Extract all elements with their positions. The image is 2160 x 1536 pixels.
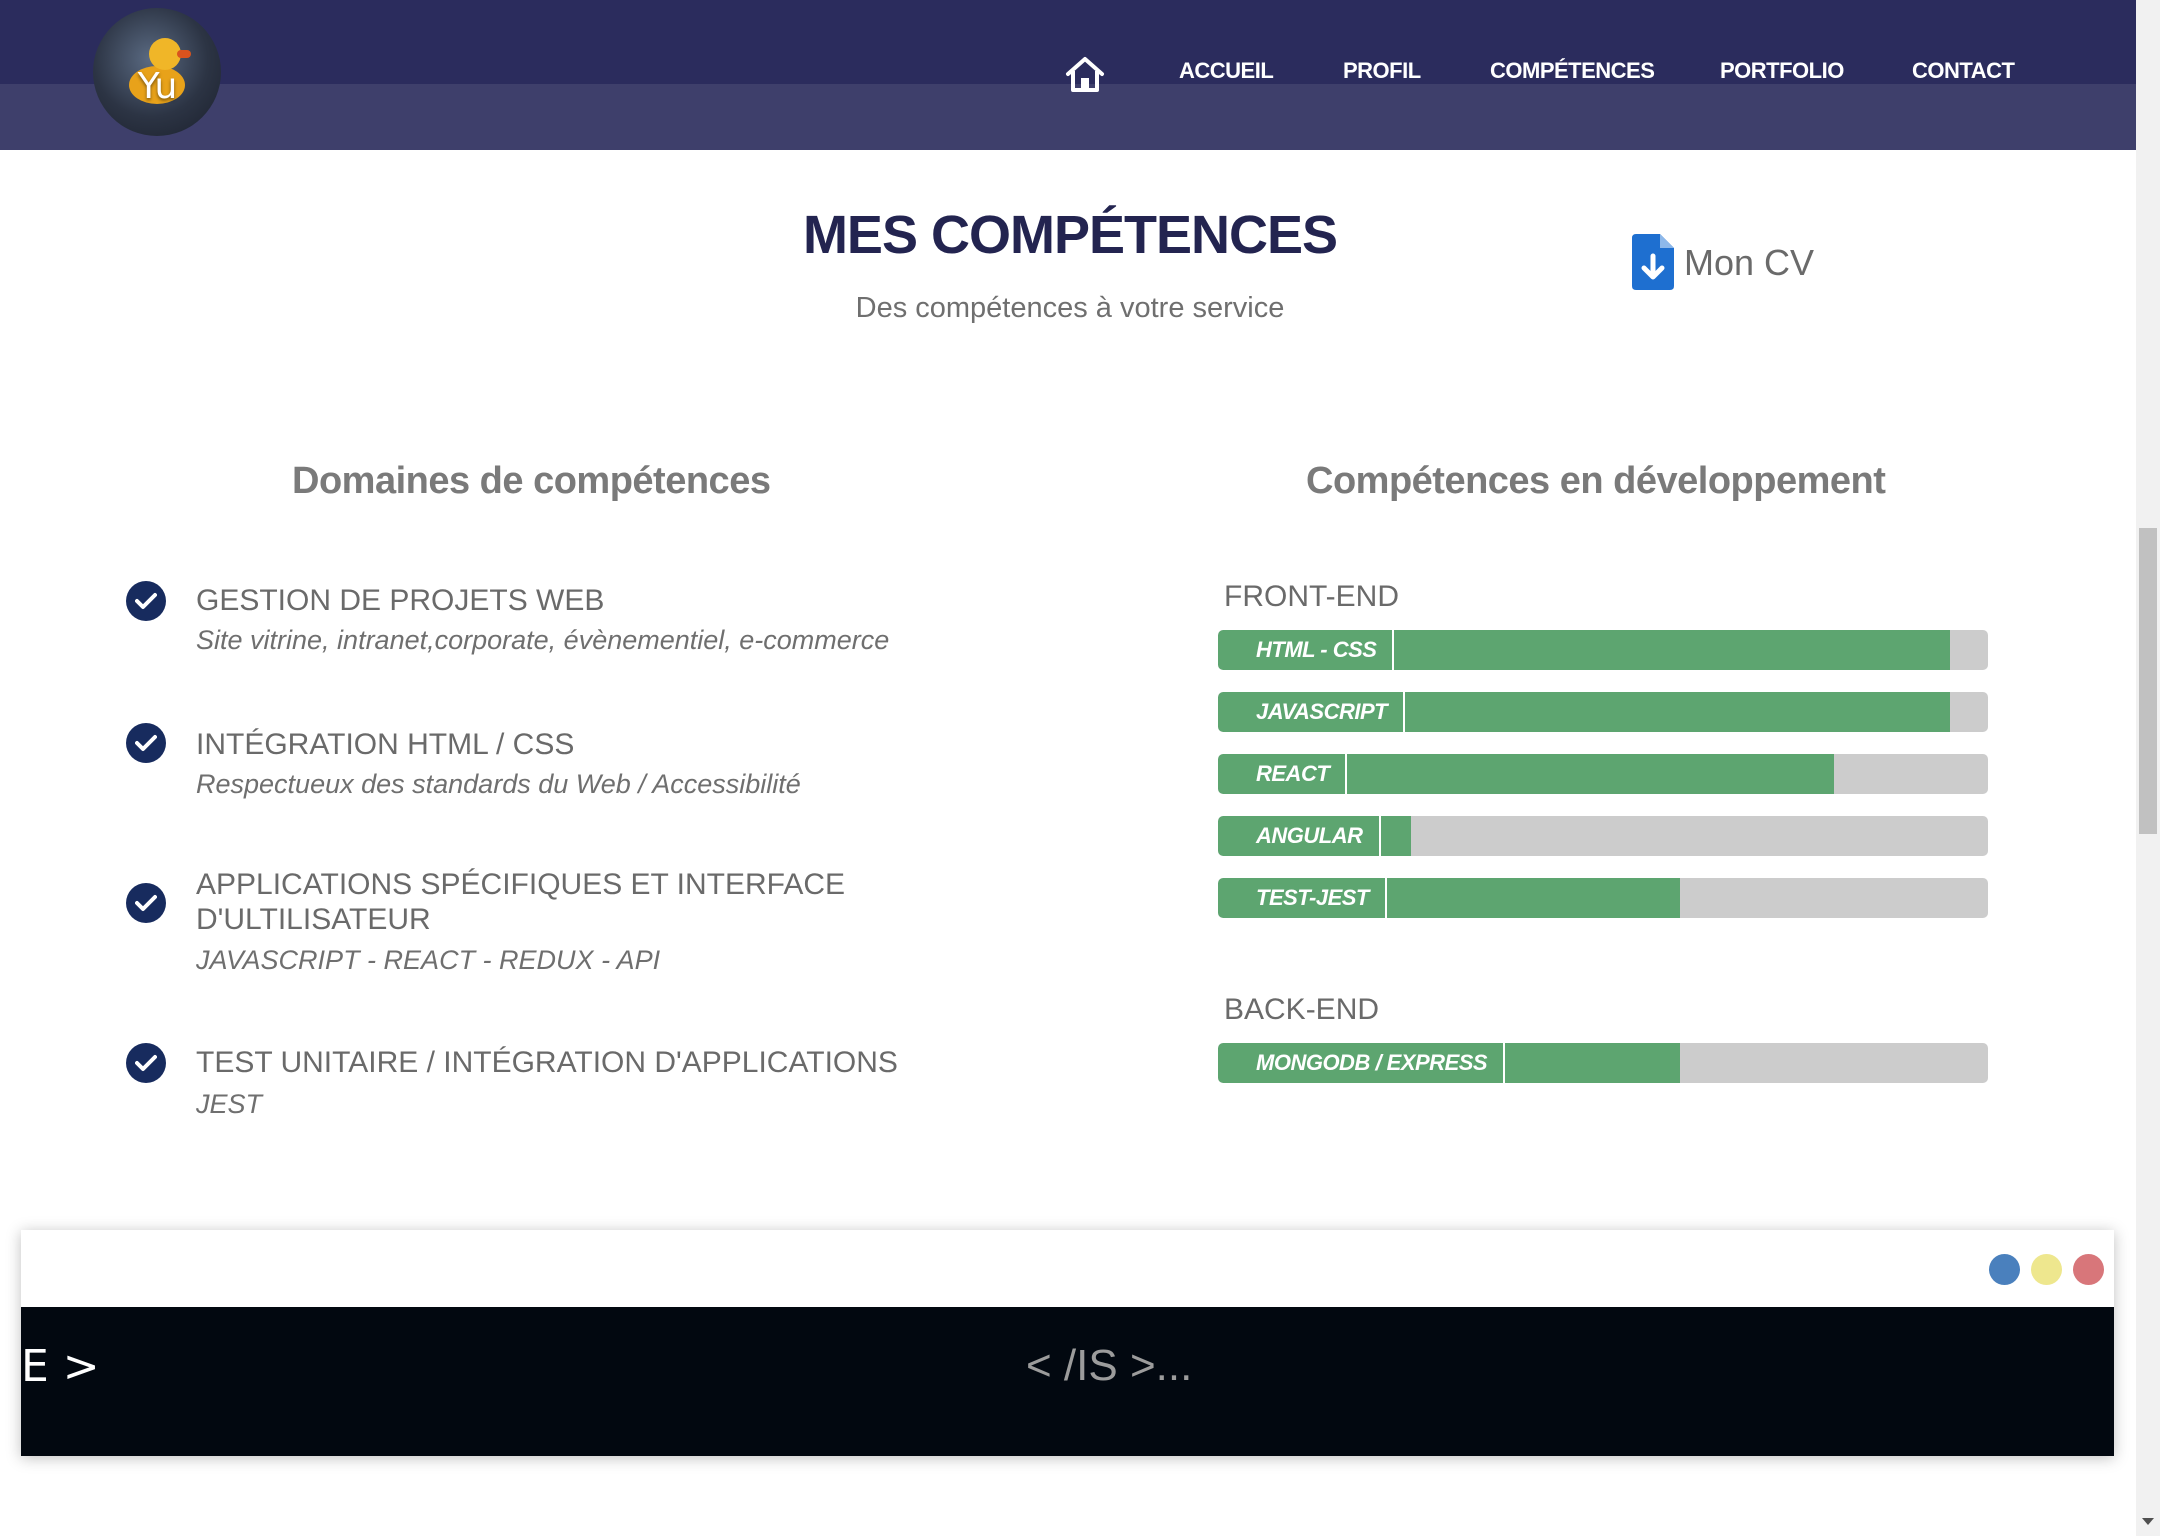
terminal-scrolling-text: E > (21, 1341, 100, 1392)
domain-desc: Respectueux des standards du Web / Acces… (196, 769, 801, 799)
skill-bar: ANGULAR (1218, 816, 1988, 856)
terminal-dot-yellow (2031, 1254, 2062, 1285)
terminal-window: E > < /IS >... (21, 1230, 2114, 1456)
logo[interactable]: Yu (93, 8, 221, 136)
dev-skills-title: Compétences en développement (1306, 460, 1886, 502)
home-icon[interactable] (1064, 54, 1106, 94)
nav-profil[interactable]: PROFIL (1343, 58, 1421, 84)
nav-portfolio[interactable]: PORTFOLIO (1720, 58, 1844, 84)
terminal-typing-text: < /IS >... (1026, 1341, 1193, 1390)
front-end-label: FRONT-END (1224, 580, 1399, 613)
scrollbar-thumb[interactable] (2139, 528, 2157, 834)
terminal-screen: E > < /IS >... (21, 1307, 2114, 1456)
page-scrollbar[interactable] (2136, 0, 2160, 1536)
page-subtitle: Des compétences à votre service (855, 292, 1285, 324)
domains-title: Domaines de compétences (292, 460, 771, 502)
domain-desc: JEST (196, 1089, 263, 1119)
duck-beak (177, 50, 191, 58)
domain-desc: Site vitrine, intranet,corporate, évènem… (196, 625, 890, 655)
skill-bar: TEST-JEST (1218, 878, 1988, 918)
cv-label: Mon CV (1684, 242, 1815, 283)
terminal-dot-red (2073, 1254, 2104, 1285)
nav-accueil[interactable]: ACCUEIL (1179, 58, 1274, 84)
check-icon (126, 1043, 166, 1083)
nav-contact[interactable]: CONTACT (1912, 58, 2015, 84)
check-icon (126, 723, 166, 763)
skill-bar-label: REACT (1218, 754, 1348, 794)
domain-title: INTÉGRATION HTML / CSS (196, 728, 575, 761)
skill-bar-label: JAVASCRIPT (1218, 692, 1406, 732)
domain-desc: JAVASCRIPT - REACT - REDUX - API (196, 945, 661, 975)
skill-bar-label: MONGODB / EXPRESS (1218, 1043, 1506, 1083)
page-title: MES COMPÉTENCES (802, 205, 1338, 265)
skill-bar: HTML - CSS (1218, 630, 1988, 670)
site-header: Yu ACCUEIL PROFIL COMPÉTENCES PORTFOLIO … (0, 0, 2136, 150)
skill-bar-label: HTML - CSS (1218, 630, 1395, 670)
domain-title: GESTION DE PROJETS WEB (196, 584, 605, 617)
domain-title: TEST UNITAIRE / INTÉGRATION D'APPLICATIO… (196, 1046, 898, 1079)
logo-text: Yu (137, 66, 178, 107)
skill-bar-label: ANGULAR (1218, 816, 1381, 856)
skill-bar: JAVASCRIPT (1218, 692, 1988, 732)
skill-bar-label: TEST-JEST (1218, 878, 1387, 918)
scroll-down-arrow-icon[interactable] (2142, 1518, 2154, 1525)
terminal-dot-blue (1989, 1254, 2020, 1285)
check-icon (126, 883, 166, 923)
nav-competences[interactable]: COMPÉTENCES (1490, 58, 1655, 84)
cv-download-button[interactable]: Mon CV (1632, 234, 1832, 294)
skill-bar: MONGODB / EXPRESS (1218, 1043, 1988, 1083)
skill-bar: REACT (1218, 754, 1988, 794)
back-end-label: BACK-END (1224, 993, 1380, 1026)
check-icon (126, 581, 166, 621)
file-download-icon (1632, 234, 1674, 290)
domain-title: APPLICATIONS SPÉCIFIQUES ET INTERFACE D'… (196, 868, 846, 936)
